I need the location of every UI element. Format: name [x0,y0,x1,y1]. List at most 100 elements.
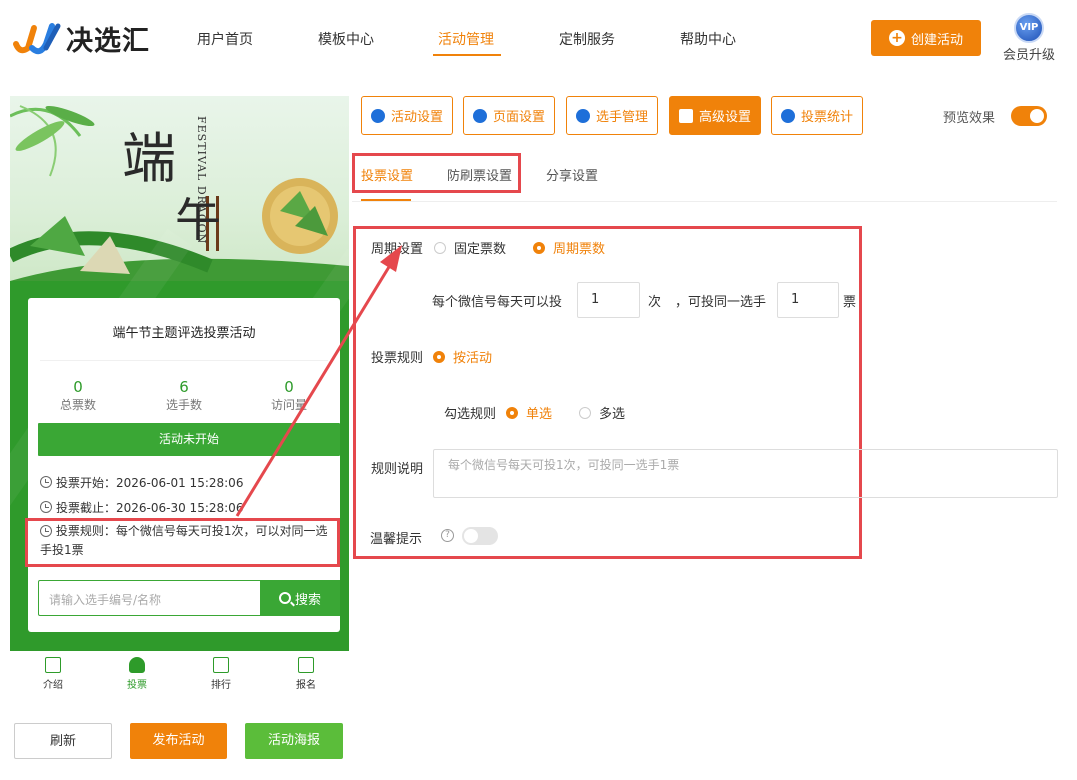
radio-fixed-votes[interactable]: 固定票数 [434,238,506,257]
bar-chart-icon [213,657,229,673]
mobile-tabbar: 介绍 投票 排行 报名 [10,651,349,699]
nav-templates[interactable]: 模板中心 [318,29,374,49]
help-icon[interactable]: ? [441,529,454,542]
radio-label: 周期票数 [553,242,606,257]
stat-label: 选手数 [165,398,202,412]
stat-label: 总票数 [59,398,96,412]
star-icon [370,108,385,123]
radio-single-select[interactable]: 单选 [506,403,552,422]
vip-label: 会员升级 [1002,48,1055,63]
period-label: 周期设置 [371,242,424,257]
preview-effect-toggle[interactable] [1011,106,1047,126]
vote-rule-label: 投票规则 [371,351,424,366]
id-card-icon [298,657,314,673]
tab-advanced-settings[interactable]: 高级设置 [669,96,761,135]
document-icon [45,657,61,673]
same-player-label: ，可投同一选手 [675,295,767,310]
per-day-label: 每个微信号每天可以投 [432,295,563,310]
nav-activity-management[interactable]: 活动管理 [438,29,494,49]
poster-button[interactable]: 活动海报 [245,723,343,759]
radio-label: 多选 [599,407,626,422]
nav-home[interactable]: 用户首页 [197,29,253,49]
radio-by-activity[interactable]: 按活动 [433,347,492,366]
search-icon [278,592,291,604]
tab-register[interactable]: 报名 [276,657,336,691]
mobile-preview: 端 FESTIVAL DRAGON 午 端午节主题评选投票活动 0 总票数 6 … [10,96,349,651]
users-icon [575,108,590,123]
radio-circle [433,350,445,363]
radio-label: 单选 [526,407,553,422]
rule-highlight-box [25,518,340,567]
tab-ranking[interactable]: 排行 [191,657,251,691]
radio-circle [434,241,446,254]
banner-title-char1: 端 [122,127,176,190]
tab-label: 投票统计 [800,110,853,125]
radio-circle [533,241,545,254]
rule-desc-textarea[interactable]: 每个微信号每天可投1次，可投同一选手1票 [433,449,1058,498]
nav-active-underline [433,54,501,56]
vote-end-line: 投票截止：2026-06-30 15:28:06 [40,499,243,516]
user-icon [129,657,145,673]
stat-number: 0 [284,378,294,396]
create-activity-label: 创建活动 [910,32,963,48]
radio-multi-select[interactable]: 多选 [579,403,625,422]
tab-intro[interactable]: 介绍 [23,657,83,691]
vote-start-line: 投票开始：2026-06-01 15:28:06 [40,474,243,491]
stat-label: 访问量 [270,398,307,412]
vip-icon: VIP [1014,13,1044,43]
vip-upgrade[interactable]: VIP 会员升级 [1002,13,1056,63]
tab-activity-settings[interactable]: 活动设置 [361,96,453,135]
stat-total-votes: 0 总票数 [38,378,118,413]
radio-circle [579,406,591,419]
player-search[interactable]: 请输入选手编号/名称 搜索 [38,580,340,616]
stat-players: 6 选手数 [144,378,224,413]
same-player-input[interactable]: 1 [777,282,839,318]
radio-label: 按活动 [453,351,493,366]
publish-button[interactable]: 发布活动 [130,723,227,759]
activity-status-button[interactable]: 活动未开始 [38,423,340,456]
tab-vote[interactable]: 投票 [107,657,167,691]
select-rule-label: 勾选规则 [444,407,497,422]
top-header: 决选汇 用户首页 模板中心 活动管理 定制服务 帮助中心 + 创建活动 VIP … [0,0,1077,80]
logo[interactable]: 决选汇 [12,18,150,58]
activity-title: 端午节主题评选投票活动 [112,326,256,341]
search-input[interactable]: 请输入选手编号/名称 [49,591,161,608]
tab-label: 排行 [211,680,231,691]
subtabs-highlight-box [352,153,521,193]
rule-desc-label: 规则说明 [371,462,424,477]
stat-number: 0 [73,378,83,396]
tab-label: 页面设置 [492,110,545,125]
search-button-label: 搜索 [294,592,321,608]
nav-custom-service[interactable]: 定制服务 [559,29,615,49]
logo-text: 决选汇 [66,25,150,57]
sliders-icon [678,108,693,123]
radio-circle [506,406,518,419]
tab-label: 高级设置 [698,110,751,125]
vote-start-text: 投票开始：2026-06-01 15:28:06 [56,476,244,490]
search-button[interactable]: 搜索 [260,580,340,616]
form-highlight-box [353,226,862,559]
subtab-divider [352,201,1057,202]
nav-help[interactable]: 帮助中心 [680,29,736,49]
radio-period-votes[interactable]: 周期票数 [533,238,605,257]
tab-vote-statistics[interactable]: 投票统计 [771,96,863,135]
activity-card: 端午节主题评选投票活动 0 总票数 6 选手数 0 访问量 活动未开始 投票开始… [28,298,340,632]
tab-label: 活动设置 [390,110,443,125]
clock-icon [40,501,52,513]
tab-label: 选手管理 [595,110,648,125]
clock-icon [40,476,52,488]
tip-toggle[interactable] [462,527,498,545]
stat-number: 6 [179,378,189,396]
vote-end-text: 投票截止：2026-06-30 15:28:06 [56,501,244,515]
create-activity-button[interactable]: + 创建活动 [871,20,981,56]
gear-icon [472,108,487,123]
refresh-button[interactable]: 刷新 [14,723,112,759]
plus-icon: + [888,30,905,46]
tab-player-management[interactable]: 选手管理 [566,96,658,135]
tab-page-settings[interactable]: 页面设置 [463,96,555,135]
subtab-share-settings[interactable]: 分享设置 [546,165,598,184]
tip-label: 温馨提示 [370,532,423,547]
preview-effect-label: 预览效果 [943,111,996,126]
per-day-input[interactable]: 1 [577,282,640,318]
logo-mark-icon [12,18,62,58]
